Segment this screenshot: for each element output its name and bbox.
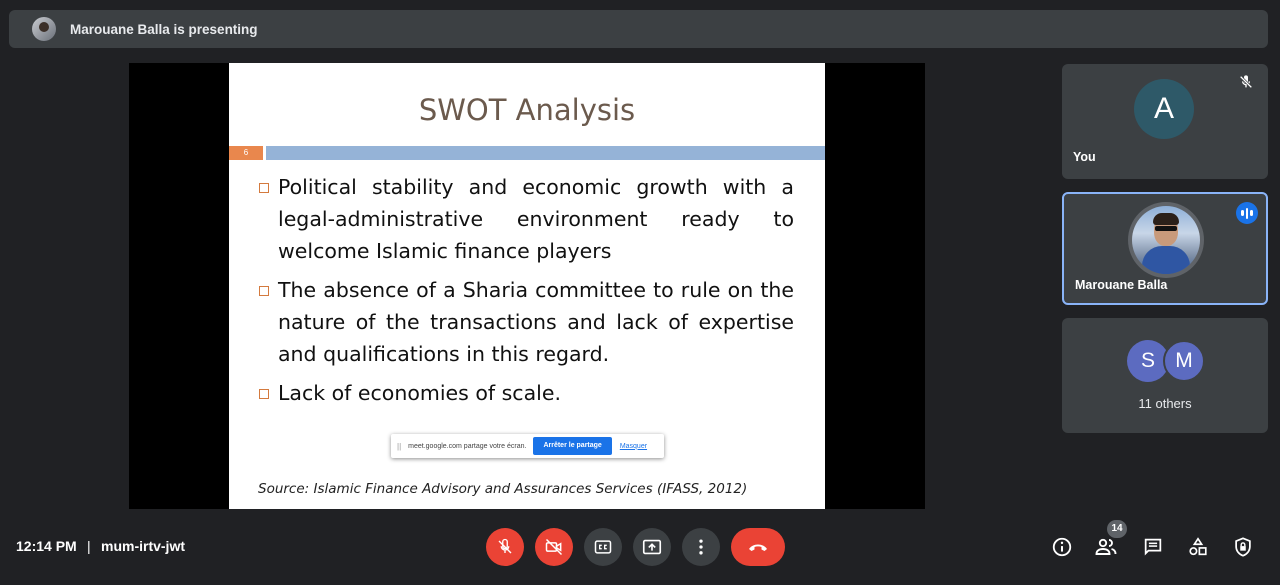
shield-lock-icon bbox=[1235, 537, 1251, 557]
slide-bullets: Political stability and economic growth … bbox=[259, 171, 794, 416]
avatar: A bbox=[1134, 79, 1194, 139]
participant-tile-others[interactable]: S M 11 others bbox=[1062, 318, 1268, 433]
presentation-slide: SWOT Analysis 6 Political stability and … bbox=[229, 63, 825, 509]
others-count-label: 11 others bbox=[1138, 396, 1192, 411]
camera-off-icon bbox=[545, 538, 563, 556]
participant-tile-presenter[interactable]: Marouane Balla bbox=[1062, 192, 1268, 305]
microphone-toggle-button[interactable] bbox=[486, 528, 524, 566]
shared-screen: SWOT Analysis 6 Political stability and … bbox=[129, 63, 925, 509]
more-vert-icon bbox=[699, 539, 703, 555]
people-icon bbox=[1095, 538, 1117, 555]
bullet-square-icon bbox=[259, 183, 269, 193]
divider: | bbox=[87, 538, 91, 554]
presenter-avatar bbox=[32, 17, 56, 41]
clock: 12:14 PM bbox=[16, 538, 77, 554]
bullet-square-icon bbox=[259, 389, 269, 399]
activities-button[interactable] bbox=[1186, 535, 1210, 559]
bullet-text: Lack of economies of scale. bbox=[278, 381, 561, 405]
activities-shapes-icon bbox=[1189, 537, 1207, 556]
present-screen-icon bbox=[642, 539, 662, 555]
avatar bbox=[1128, 202, 1204, 278]
participant-tile-you[interactable]: A You bbox=[1062, 64, 1268, 179]
bullet-square-icon bbox=[259, 286, 269, 296]
stop-sharing-button[interactable]: Arrêter le partage bbox=[533, 437, 612, 455]
info-icon bbox=[1052, 537, 1072, 557]
bullet-item: Lack of economies of scale. bbox=[259, 377, 794, 409]
more-options-button[interactable] bbox=[682, 528, 720, 566]
screen-share-notification: || meet.google.com partage votre écran. … bbox=[391, 434, 664, 458]
mic-off-icon bbox=[498, 538, 512, 554]
host-controls-button[interactable] bbox=[1231, 535, 1255, 559]
slide-title: SWOT Analysis bbox=[418, 93, 636, 127]
mic-off-icon bbox=[1239, 75, 1253, 89]
present-now-button[interactable] bbox=[633, 528, 671, 566]
presenting-banner: Marouane Balla is presenting bbox=[9, 10, 1268, 48]
meeting-code: mum-irtv-jwt bbox=[101, 538, 185, 554]
slide-number: 6 bbox=[229, 146, 263, 160]
drag-handle-icon[interactable]: || bbox=[397, 442, 401, 451]
chat-icon bbox=[1144, 538, 1162, 556]
chat-button[interactable] bbox=[1141, 535, 1165, 559]
presenting-text: Marouane Balla is presenting bbox=[70, 21, 258, 37]
closed-captions-icon bbox=[594, 540, 612, 554]
end-call-icon bbox=[749, 544, 767, 551]
bullet-item: Political stability and economic growth … bbox=[259, 171, 794, 267]
captions-button[interactable] bbox=[584, 528, 622, 566]
participant-name: Marouane Balla bbox=[1075, 278, 1168, 292]
participant-name: You bbox=[1073, 150, 1096, 164]
meeting-details-button[interactable] bbox=[1050, 535, 1074, 559]
share-notice-text: meet.google.com partage votre écran. bbox=[408, 442, 527, 450]
speaking-indicator-icon bbox=[1236, 202, 1258, 224]
bullet-text: The absence of a Sharia committee to rul… bbox=[278, 278, 794, 366]
people-button[interactable] bbox=[1094, 535, 1118, 559]
slide-header-rule bbox=[266, 146, 825, 160]
bullet-text: Political stability and economic growth … bbox=[278, 175, 794, 263]
avatar: M bbox=[1163, 340, 1205, 382]
participant-count-badge: 14 bbox=[1107, 520, 1127, 538]
camera-toggle-button[interactable] bbox=[535, 528, 573, 566]
bullet-item: The absence of a Sharia committee to rul… bbox=[259, 274, 794, 370]
leave-call-button[interactable] bbox=[731, 528, 785, 566]
slide-source: Source: Islamic Finance Advisory and Ass… bbox=[258, 481, 748, 497]
hide-link[interactable]: Masquer bbox=[620, 443, 647, 450]
